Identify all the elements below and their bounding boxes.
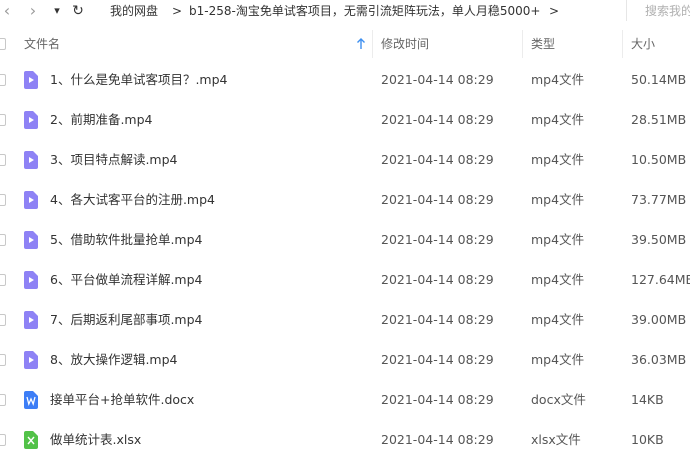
top-navigation-bar: ‹ › ▾ ↻ 我的网盘 > b1-258-淘宝免单试客项目，无需引流矩阵玩法，… [0, 0, 690, 22]
file-name[interactable]: 4、各大试客平台的注册.mp4 [50, 180, 215, 220]
file-row[interactable]: 4、各大试客平台的注册.mp4 2021-04-14 08:29 mp4文件 7… [0, 180, 690, 220]
select-all-checkbox[interactable] [0, 38, 6, 50]
sort-ascending-icon[interactable] [356, 37, 366, 51]
file-type: mp4文件 [531, 112, 585, 127]
file-size: 10.50MB [631, 152, 687, 167]
file-name[interactable]: 1、什么是免单试客项目？.mp4 [50, 60, 228, 100]
file-size: 10KB [631, 432, 664, 447]
column-divider[interactable] [522, 30, 523, 58]
breadcrumb-separator: > [549, 4, 560, 18]
file-type: mp4文件 [531, 72, 585, 87]
row-checkbox[interactable] [0, 194, 6, 206]
breadcrumb-item-current[interactable]: b1-258-淘宝免单试客项目，无需引流矩阵玩法，单人月稳5000+ [189, 2, 540, 20]
file-size: 36.03MB [631, 352, 687, 367]
row-checkbox[interactable] [0, 394, 6, 406]
forward-icon[interactable]: › [26, 2, 40, 20]
file-row[interactable]: 1、什么是免单试客项目？.mp4 2021-04-14 08:29 mp4文件 … [0, 60, 690, 100]
file-type: mp4文件 [531, 192, 585, 207]
file-name[interactable]: 7、后期返利尾部事项.mp4 [50, 300, 203, 340]
file-name[interactable]: 5、借助软件批量抢单.mp4 [50, 220, 203, 260]
column-header-type[interactable]: 类型 [531, 27, 555, 61]
file-type: mp4文件 [531, 232, 585, 247]
file-modified: 2021-04-14 08:29 [381, 432, 494, 447]
file-row[interactable]: 7、后期返利尾部事项.mp4 2021-04-14 08:29 mp4文件 39… [0, 300, 690, 340]
file-modified: 2021-04-14 08:29 [381, 192, 494, 207]
file-modified: 2021-04-14 08:29 [381, 72, 494, 87]
row-checkbox[interactable] [0, 434, 6, 446]
file-type: xlsx文件 [531, 432, 581, 447]
row-checkbox[interactable] [0, 154, 6, 166]
video-icon [24, 191, 38, 209]
file-name[interactable]: 2、前期准备.mp4 [50, 100, 153, 140]
column-header-size[interactable]: 大小 [631, 27, 655, 61]
file-size: 28.51MB [631, 112, 687, 127]
file-name[interactable]: 6、平台做单流程详解.mp4 [50, 260, 203, 300]
file-row[interactable]: 2、前期准备.mp4 2021-04-14 08:29 mp4文件 28.51M… [0, 100, 690, 140]
file-list-header: 文件名 修改时间 类型 大小 [0, 27, 690, 61]
file-size: 127.64MB [631, 272, 690, 287]
video-icon [24, 151, 38, 169]
file-size: 14KB [631, 392, 664, 407]
video-icon [24, 231, 38, 249]
file-modified: 2021-04-14 08:29 [381, 392, 494, 407]
breadcrumb-separator: > [172, 4, 183, 18]
column-header-modified[interactable]: 修改时间 [381, 27, 429, 61]
file-modified: 2021-04-14 08:29 [381, 232, 494, 247]
search-box [626, 0, 690, 21]
refresh-icon[interactable]: ↻ [70, 2, 86, 20]
column-divider[interactable] [622, 30, 623, 58]
file-row[interactable]: 5、借助软件批量抢单.mp4 2021-04-14 08:29 mp4文件 39… [0, 220, 690, 260]
file-row[interactable]: 做单统计表.xlsx 2021-04-14 08:29 xlsx文件 10KB [0, 420, 690, 460]
file-size: 73.77MB [631, 192, 687, 207]
back-icon[interactable]: ‹ [0, 2, 14, 20]
row-checkbox[interactable] [0, 274, 6, 286]
file-type: docx文件 [531, 392, 586, 407]
file-name[interactable]: 做单统计表.xlsx [50, 420, 141, 460]
excel-icon [24, 431, 38, 449]
video-icon [24, 351, 38, 369]
file-name[interactable]: 接单平台+抢单软件.docx [50, 380, 194, 420]
file-size: 50.14MB [631, 72, 687, 87]
file-modified: 2021-04-14 08:29 [381, 152, 494, 167]
file-row[interactable]: 3、项目特点解读.mp4 2021-04-14 08:29 mp4文件 10.5… [0, 140, 690, 180]
row-checkbox[interactable] [0, 74, 6, 86]
file-row[interactable]: 6、平台做单流程详解.mp4 2021-04-14 08:29 mp4文件 12… [0, 260, 690, 300]
file-modified: 2021-04-14 08:29 [381, 312, 494, 327]
search-input[interactable] [643, 0, 690, 21]
column-divider[interactable] [372, 30, 373, 58]
row-checkbox[interactable] [0, 234, 6, 246]
file-modified: 2021-04-14 08:29 [381, 272, 494, 287]
word-icon [24, 391, 38, 409]
file-type: mp4文件 [531, 272, 585, 287]
file-row[interactable]: 8、放大操作逻辑.mp4 2021-04-14 08:29 mp4文件 36.0… [0, 340, 690, 380]
video-icon [24, 71, 38, 89]
file-size: 39.00MB [631, 312, 687, 327]
video-icon [24, 271, 38, 289]
file-type: mp4文件 [531, 152, 585, 167]
row-checkbox[interactable] [0, 354, 6, 366]
row-checkbox[interactable] [0, 314, 6, 326]
file-name[interactable]: 8、放大操作逻辑.mp4 [50, 340, 178, 380]
file-modified: 2021-04-14 08:29 [381, 352, 494, 367]
video-icon [24, 311, 38, 329]
file-type: mp4文件 [531, 312, 585, 327]
row-checkbox[interactable] [0, 114, 6, 126]
column-header-name[interactable]: 文件名 [24, 27, 60, 61]
file-name[interactable]: 3、项目特点解读.mp4 [50, 140, 178, 180]
file-modified: 2021-04-14 08:29 [381, 112, 494, 127]
video-icon [24, 111, 38, 129]
history-dropdown-icon[interactable]: ▾ [50, 2, 64, 20]
file-size: 39.50MB [631, 232, 687, 247]
file-row[interactable]: 接单平台+抢单软件.docx 2021-04-14 08:29 docx文件 1… [0, 380, 690, 420]
breadcrumb-item-root[interactable]: 我的网盘 [110, 2, 158, 20]
file-type: mp4文件 [531, 352, 585, 367]
